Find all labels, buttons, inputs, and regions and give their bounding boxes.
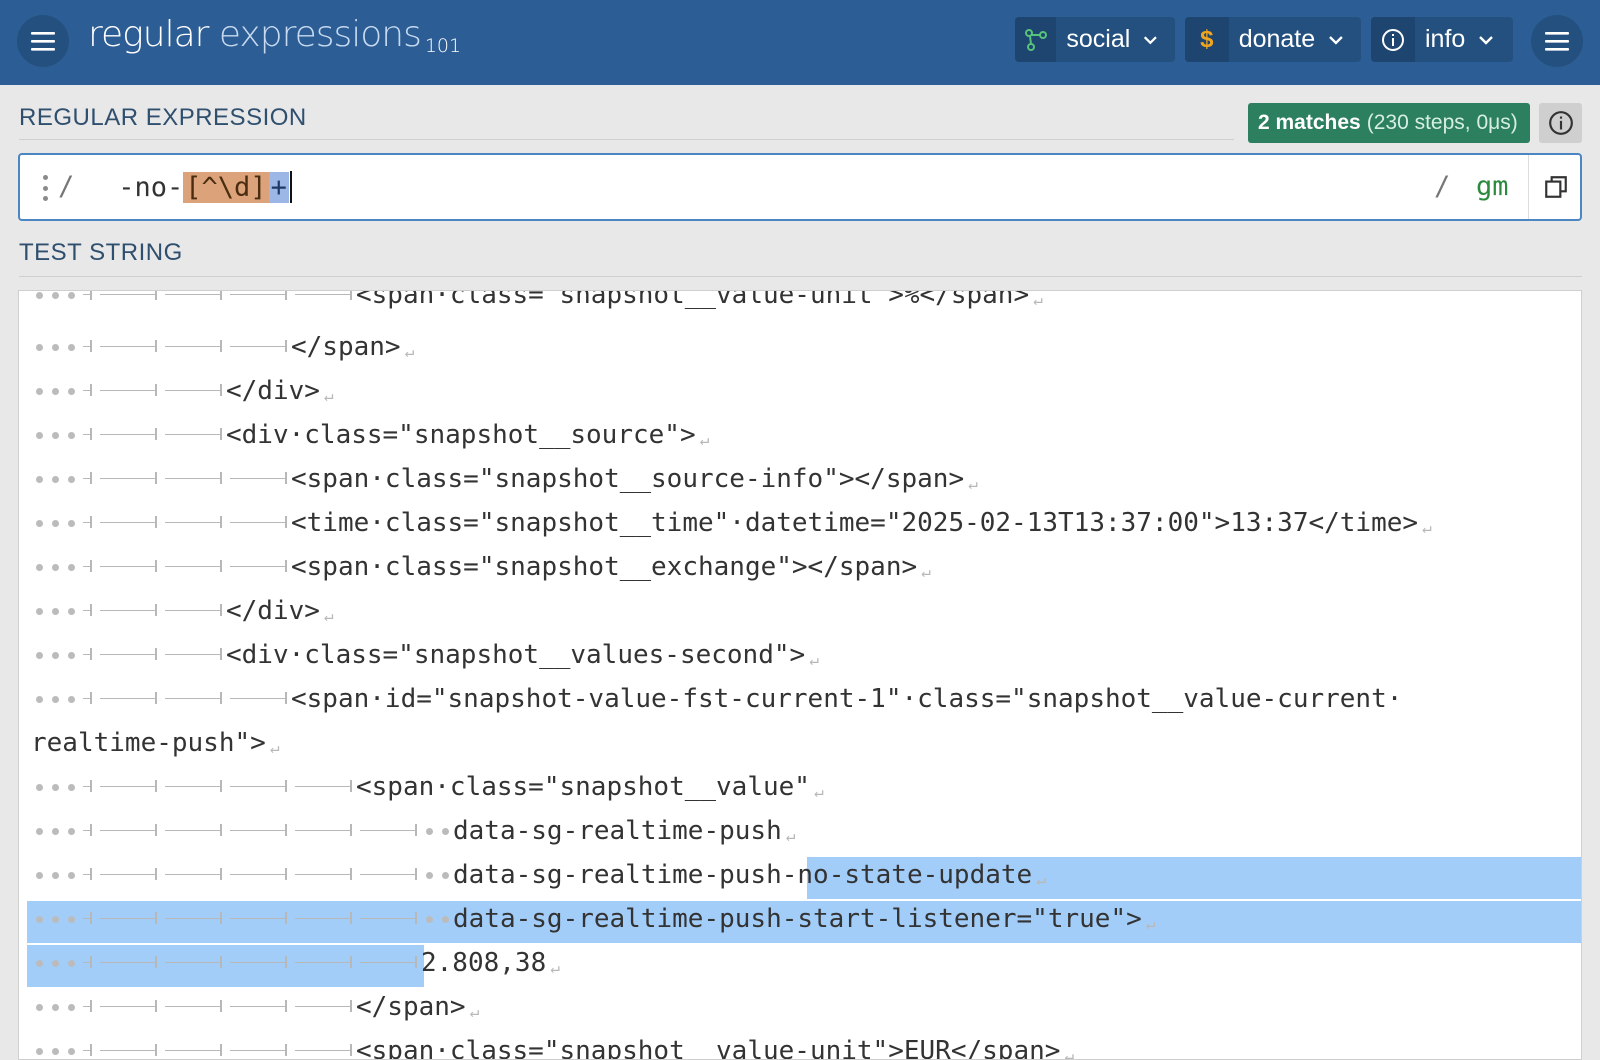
test-line[interactable]: </div> ↵: [31, 589, 334, 633]
test-line[interactable]: <span·class="snapshot__source-info"></sp…: [31, 457, 978, 501]
newline-marker: ↵: [469, 1002, 480, 1021]
test-line-text: <span·class="snapshot__source-info"></sp…: [291, 464, 965, 494]
test-line-text: <span·class="snapshot__value": [356, 772, 810, 802]
logo-regular: regular: [88, 14, 209, 55]
donate-label: donate: [1238, 25, 1316, 53]
newline-marker: ↵: [1422, 518, 1432, 537]
regex-char-class: [^\d]: [183, 171, 269, 203]
regex-flags[interactable]: gm: [1476, 171, 1509, 202]
test-line-text: </span>: [356, 992, 466, 1022]
newline-marker: ↵: [1064, 1046, 1075, 1060]
left-menu-button[interactable]: [17, 15, 69, 67]
newline-marker: ↵: [699, 430, 710, 449]
test-line[interactable]: <div·class="snapshot__source"> ↵: [31, 413, 709, 457]
divider: [19, 139, 1234, 140]
right-menu-button[interactable]: [1531, 15, 1583, 67]
regex-open-delimiter: /: [58, 171, 75, 202]
regex-pattern[interactable]: -no- [^\d] +: [102, 169, 292, 205]
menu-icon: [31, 32, 55, 51]
info-circle-icon: [1548, 111, 1573, 135]
chevron-down-icon: [1144, 35, 1158, 44]
chevron-down-icon: [1329, 35, 1343, 45]
info-dropdown[interactable]: info: [1371, 17, 1513, 62]
social-graph-icon: [1015, 17, 1057, 62]
test-line[interactable]: <div·class="snapshot__values-second"> ↵: [31, 633, 819, 677]
test-line-text: data-sg-realtime-push-start-listener="tr…: [453, 904, 1142, 934]
test-line[interactable]: </span> ↵: [31, 985, 479, 1029]
newline-marker: ↵: [1033, 290, 1043, 309]
match-info-button[interactable]: [1539, 103, 1582, 143]
test-line-text: <div·class="snapshot__source">: [226, 420, 696, 450]
donate-dropdown[interactable]: $ donate: [1185, 17, 1361, 62]
test-line[interactable]: 2.808,38 ↵: [31, 941, 560, 985]
dollar-icon: $: [1185, 17, 1229, 62]
test-line-text: data-sg-realtime-push: [453, 816, 782, 846]
info-label: info: [1425, 25, 1466, 53]
test-line-text: -no-state-update: [781, 860, 1033, 890]
regex-close-delimiter: /: [1434, 171, 1451, 202]
test-line-text: <span·class="snapshot__value-unit">EUR</…: [356, 1036, 1061, 1060]
regex-literal: -no-: [102, 171, 184, 203]
test-line-text: </div>: [226, 596, 320, 626]
test-line[interactable]: data-sg-realtime-push -no-state-update ↵: [31, 853, 1046, 897]
test-line-text: <div·class="snapshot__values-second">: [226, 640, 806, 670]
newline-marker: ↵: [269, 738, 280, 757]
match-info-badge: 2 matches (230 steps, 0μs): [1248, 103, 1530, 143]
divider: [19, 276, 1582, 277]
newline-marker: ↵: [404, 342, 415, 361]
text-cursor: [289, 171, 292, 203]
newline-marker: ↵: [968, 474, 978, 493]
logo-version: 101: [424, 35, 462, 57]
drag-handle-icon[interactable]: [40, 175, 50, 201]
app-logo[interactable]: regular expressions 101: [88, 14, 461, 57]
newline-marker: ↵: [1036, 870, 1046, 889]
match-steps: (230 steps, 0μs): [1366, 111, 1518, 134]
test-line-text: <span·id="snapshot-value-fst-current-1"·…: [291, 684, 1403, 714]
test-line-text: realtime-push">: [31, 728, 266, 758]
newline-marker: ↵: [809, 650, 819, 669]
test-line[interactable]: </span> ↵: [31, 325, 414, 369]
newline-marker: ↵: [1145, 914, 1156, 933]
test-line[interactable]: <span·class="snapshot__exchange"></span>…: [31, 545, 931, 589]
test-string-editor[interactable]: <span·class="snapshot__value-unit">%</sp…: [18, 290, 1582, 1060]
test-line[interactable]: <span·class="snapshot__value-unit">EUR</…: [31, 1029, 1075, 1060]
test-line[interactable]: realtime-push"> ↵: [31, 721, 279, 765]
info-circle-icon: [1371, 17, 1415, 62]
test-section-title: TEST STRING: [19, 239, 183, 266]
social-dropdown[interactable]: social: [1015, 17, 1175, 62]
regex-quantifier: +: [268, 171, 289, 203]
newline-marker: ↵: [323, 606, 334, 625]
test-line[interactable]: data-sg-realtime-push-start-listener="tr…: [31, 897, 1155, 941]
match-count: 2 matches: [1258, 111, 1361, 134]
social-label: social: [1066, 25, 1131, 53]
newline-marker: ↵: [323, 386, 334, 405]
test-line-text: data-sg-realtime-push: [453, 860, 782, 890]
test-line-text: 2.808,38: [421, 948, 547, 978]
test-line-text: </span>: [291, 332, 401, 362]
logo-expressions: expressions: [208, 14, 422, 55]
test-line-text: </div>: [226, 376, 320, 406]
test-line-text: <span·class="snapshot__exchange"></span>: [291, 552, 918, 582]
menu-icon: [1545, 32, 1569, 51]
chevron-down-icon: [1479, 35, 1494, 45]
regex-input[interactable]: / -no- [^\d] + / gm: [18, 153, 1582, 221]
test-line-text: <time·class="snapshot__time"·datetime="2…: [291, 508, 1419, 538]
test-line[interactable]: <span·class="snapshot__value-unit">%</sp…: [31, 290, 1043, 317]
top-bar: regular expressions 101 social $ donate i…: [0, 0, 1600, 85]
regex-section-title: REGULAR EXPRESSION: [19, 104, 307, 131]
test-line[interactable]: data-sg-realtime-push ↵: [31, 809, 795, 853]
newline-marker: ↵: [785, 826, 796, 845]
copy-regex-button[interactable]: [1528, 155, 1582, 219]
test-line-text: <span·class="snapshot__value-unit">%</sp…: [356, 290, 1030, 310]
test-line[interactable]: <time·class="snapshot__time"·datetime="2…: [31, 501, 1432, 545]
test-line[interactable]: <span·class="snapshot__value" ↵: [31, 765, 824, 809]
test-line[interactable]: <span·id="snapshot-value-fst-current-1"·…: [31, 677, 1402, 721]
newline-marker: ↵: [550, 958, 560, 977]
newline-marker: ↵: [813, 782, 824, 801]
copy-icon: [1544, 176, 1567, 198]
test-line[interactable]: </div> ↵: [31, 369, 334, 413]
newline-marker: ↵: [921, 562, 931, 581]
